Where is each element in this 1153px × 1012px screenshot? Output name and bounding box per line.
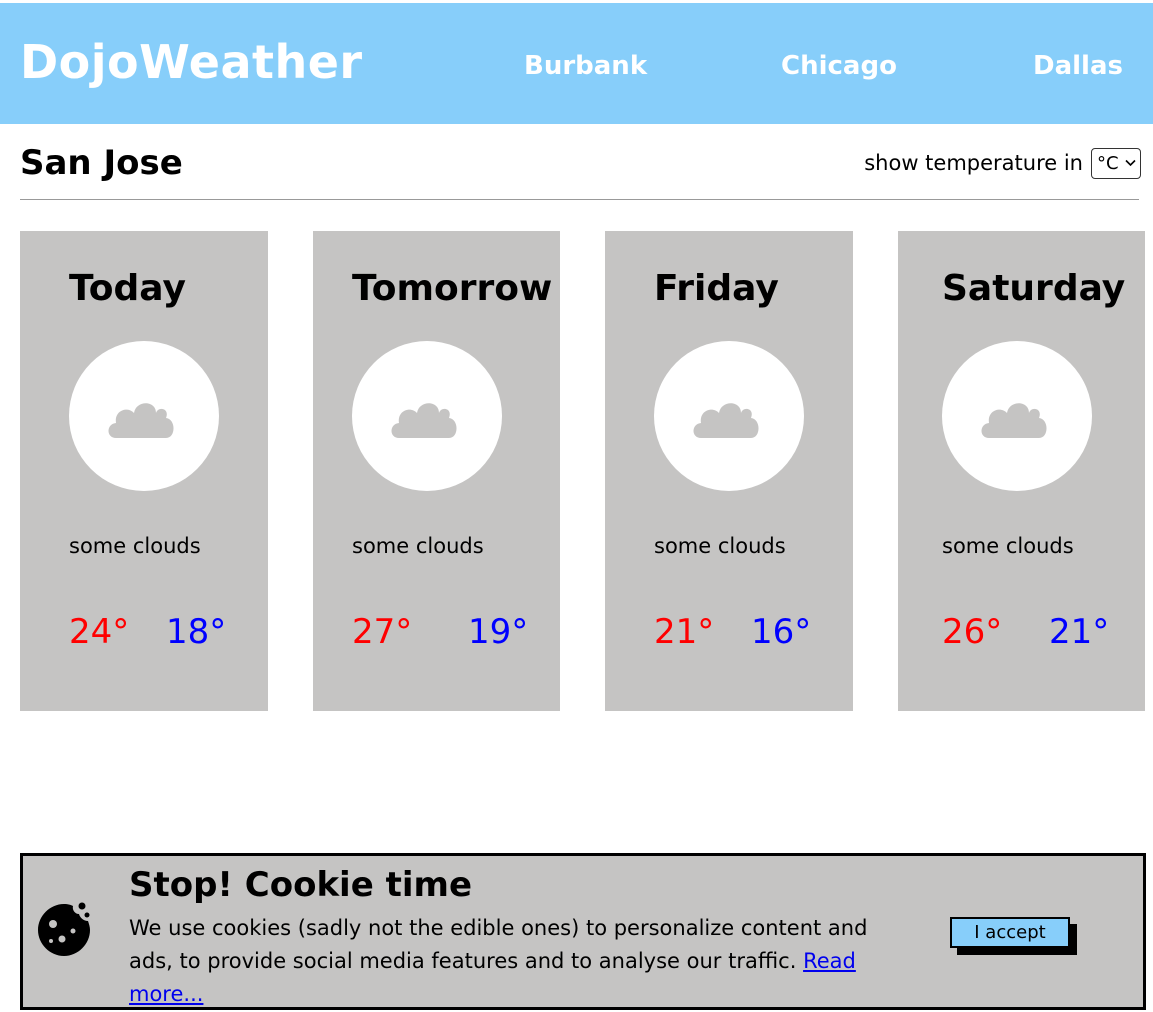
forecast-card-tomorrow: Tomorrow some clouds 27° 19° [313, 231, 560, 711]
temp-low: 21° [1049, 612, 1110, 652]
cookie-icon [35, 901, 93, 963]
weather-icon-circle [352, 341, 502, 491]
divider [20, 199, 1139, 200]
weather-icon-circle [942, 341, 1092, 491]
condition-text: some clouds [352, 534, 484, 558]
cookie-text: We use cookies (sadly not the edible one… [129, 916, 868, 973]
temp-low: 16° [751, 612, 812, 652]
weather-icon-circle [654, 341, 804, 491]
temp-high: 21° [654, 612, 715, 652]
weather-icon-circle [69, 341, 219, 491]
condition-text: some clouds [942, 534, 1074, 558]
temp-low: 18° [166, 612, 227, 652]
city-title: San Jose [20, 143, 183, 183]
nav-link-burbank[interactable]: Burbank [524, 53, 647, 79]
unit-selector-area: show temperature in °C [864, 148, 1141, 179]
card-day: Today [69, 268, 186, 309]
card-day: Tomorrow [352, 268, 553, 309]
forecast-card-today: Today some clouds 24° 18° [20, 231, 268, 711]
temp-high: 26° [942, 612, 1003, 652]
cloud-icon [981, 403, 1047, 438]
forecast-card-saturday: Saturday some clouds 26° 21° [898, 231, 1145, 711]
temp-low: 19° [468, 612, 529, 652]
card-day: Saturday [942, 268, 1126, 309]
cloud-icon [693, 403, 759, 438]
logo: DojoWeather [20, 35, 363, 89]
nav-link-chicago[interactable]: Chicago [781, 53, 897, 79]
nav-link-dallas[interactable]: Dallas [1033, 53, 1123, 79]
cookie-text-block: We use cookies (sadly not the edible one… [129, 912, 889, 1011]
card-day: Friday [654, 268, 779, 309]
condition-text: some clouds [654, 534, 786, 558]
accept-button[interactable]: I accept [950, 917, 1070, 948]
chevron-down-icon [1125, 156, 1136, 171]
cookie-banner: Stop! Cookie time We use cookies (sadly … [20, 853, 1146, 1010]
cookie-title: Stop! Cookie time [129, 865, 473, 905]
unit-select-value: °C [1097, 153, 1119, 174]
cloud-icon [391, 403, 457, 438]
unit-label: show temperature in [864, 151, 1083, 175]
temp-high: 24° [69, 612, 130, 652]
unit-select[interactable]: °C [1091, 148, 1141, 179]
temp-high: 27° [352, 612, 413, 652]
header: DojoWeather Burbank Chicago Dallas [0, 3, 1153, 124]
forecast-card-friday: Friday some clouds 21° 16° [605, 231, 853, 711]
page: DojoWeather Burbank Chicago Dallas San J… [0, 0, 1153, 1012]
cloud-icon [108, 403, 174, 438]
condition-text: some clouds [69, 534, 201, 558]
